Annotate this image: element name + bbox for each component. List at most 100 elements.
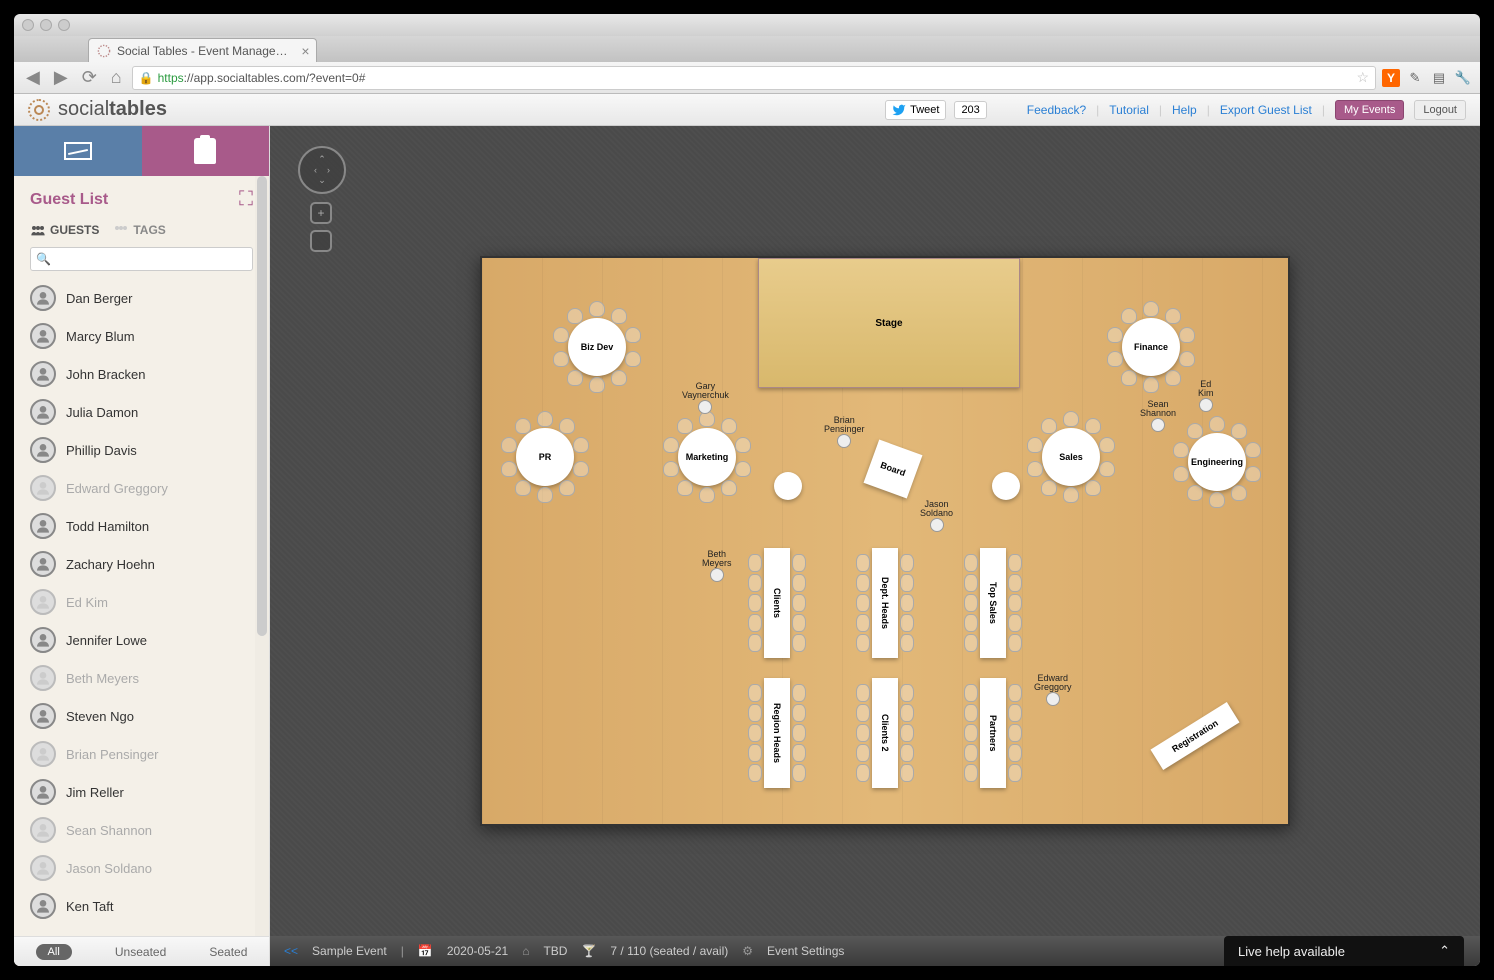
chair[interactable]	[611, 370, 627, 386]
rect-table[interactable]: Region Heads	[764, 678, 790, 788]
chair[interactable]	[856, 684, 870, 702]
chair[interactable]	[792, 744, 806, 762]
export-guest-list-link[interactable]: Export Guest List	[1220, 103, 1312, 117]
live-help-panel[interactable]: Live help available ⌃	[1224, 936, 1464, 966]
chair[interactable]	[964, 594, 978, 612]
guest-row[interactable]: Ed Kim	[30, 583, 261, 621]
table-board[interactable]: Board	[864, 440, 923, 499]
chair[interactable]	[663, 437, 679, 453]
filter-all[interactable]: All	[36, 944, 72, 960]
chair[interactable]	[1165, 370, 1181, 386]
tweet-button[interactable]: Tweet	[885, 100, 946, 120]
chair[interactable]	[677, 418, 693, 434]
window-minimize-icon[interactable]	[40, 19, 52, 31]
chair[interactable]	[1085, 480, 1101, 496]
nav-forward-button[interactable]: ▶	[50, 67, 72, 88]
logout-button[interactable]: Logout	[1414, 100, 1466, 120]
chair[interactable]	[1165, 308, 1181, 324]
my-events-button[interactable]: My Events	[1335, 100, 1404, 120]
guest-list[interactable]: Dan BergerMarcy BlumJohn BrackenJulia Da…	[14, 279, 269, 936]
chair[interactable]	[748, 704, 762, 722]
guest-row[interactable]: Ken Taft	[30, 887, 261, 925]
chair[interactable]	[748, 684, 762, 702]
chair[interactable]	[553, 327, 569, 343]
pan-up-icon[interactable]: ⌃	[318, 154, 326, 165]
rect-table[interactable]: Dept. Heads	[872, 548, 898, 658]
browser-tab[interactable]: Social Tables - Event Manage… ×	[88, 38, 317, 62]
chair[interactable]	[748, 614, 762, 632]
rect-table[interactable]: Partners	[980, 678, 1006, 788]
chair[interactable]	[721, 480, 737, 496]
chair[interactable]	[900, 594, 914, 612]
chair[interactable]	[1063, 487, 1079, 503]
chair[interactable]	[553, 351, 569, 367]
mode-tab-guestlist[interactable]	[142, 126, 270, 176]
chair[interactable]	[1099, 461, 1115, 477]
small-table-1[interactable]	[774, 472, 802, 500]
chair[interactable]	[856, 724, 870, 742]
chair[interactable]	[1179, 327, 1195, 343]
chair[interactable]	[1209, 492, 1225, 508]
chair[interactable]	[1085, 418, 1101, 434]
canvas-area[interactable]: ⌃ ‹› ⌄ + Stage Board	[270, 126, 1480, 966]
chair[interactable]	[1173, 466, 1189, 482]
chair[interactable]	[748, 634, 762, 652]
chair[interactable]	[1027, 461, 1043, 477]
chair[interactable]	[900, 704, 914, 722]
chair[interactable]	[856, 554, 870, 572]
round-table[interactable]: PR	[516, 428, 574, 486]
chair[interactable]	[1063, 411, 1079, 427]
nav-reload-button[interactable]: ⟳	[78, 67, 101, 88]
chair[interactable]	[1008, 724, 1022, 742]
guest-row[interactable]: Jason Soldano	[30, 849, 261, 887]
chair[interactable]	[792, 684, 806, 702]
chair[interactable]	[537, 411, 553, 427]
chair[interactable]	[1008, 594, 1022, 612]
chair[interactable]	[1041, 480, 1057, 496]
chair[interactable]	[567, 308, 583, 324]
filter-unseated[interactable]: Unseated	[115, 945, 166, 959]
wrench-menu-icon[interactable]: 🔧	[1454, 69, 1472, 87]
chair[interactable]	[1187, 485, 1203, 501]
guest-row[interactable]: John Bracken	[30, 355, 261, 393]
chair[interactable]	[964, 554, 978, 572]
chair[interactable]	[900, 744, 914, 762]
chair[interactable]	[856, 744, 870, 762]
chair[interactable]	[792, 724, 806, 742]
chair[interactable]	[792, 594, 806, 612]
chair[interactable]	[964, 574, 978, 592]
window-zoom-icon[interactable]	[58, 19, 70, 31]
chair[interactable]	[625, 351, 641, 367]
chair[interactable]	[900, 634, 914, 652]
extension-yc-icon[interactable]: Y	[1382, 69, 1400, 87]
gear-icon[interactable]: ⚙	[742, 944, 753, 958]
pan-down-icon[interactable]: ⌄	[318, 175, 326, 186]
chair[interactable]	[589, 377, 605, 393]
chair[interactable]	[1143, 301, 1159, 317]
chair[interactable]	[748, 594, 762, 612]
window-close-icon[interactable]	[22, 19, 34, 31]
zoom-out-button[interactable]	[310, 230, 332, 252]
chair[interactable]	[1008, 744, 1022, 762]
tutorial-link[interactable]: Tutorial	[1109, 103, 1149, 117]
chair[interactable]	[964, 744, 978, 762]
mode-tab-floorplan[interactable]	[14, 126, 142, 176]
chair[interactable]	[792, 704, 806, 722]
rect-table[interactable]: Top Sales	[980, 548, 1006, 658]
chair[interactable]	[748, 554, 762, 572]
guest-row[interactable]: Todd Hamilton	[30, 507, 261, 545]
round-table[interactable]: Biz Dev	[568, 318, 626, 376]
chair[interactable]	[515, 480, 531, 496]
chair[interactable]	[735, 461, 751, 477]
chair[interactable]	[1245, 442, 1261, 458]
guest-row[interactable]: Phillip Davis	[30, 431, 261, 469]
chair[interactable]	[1008, 554, 1022, 572]
chair[interactable]	[1027, 437, 1043, 453]
chair[interactable]	[501, 461, 517, 477]
chair[interactable]	[559, 480, 575, 496]
chair[interactable]	[856, 574, 870, 592]
chair[interactable]	[1245, 466, 1261, 482]
chair[interactable]	[748, 574, 762, 592]
chair[interactable]	[663, 461, 679, 477]
chair[interactable]	[900, 554, 914, 572]
